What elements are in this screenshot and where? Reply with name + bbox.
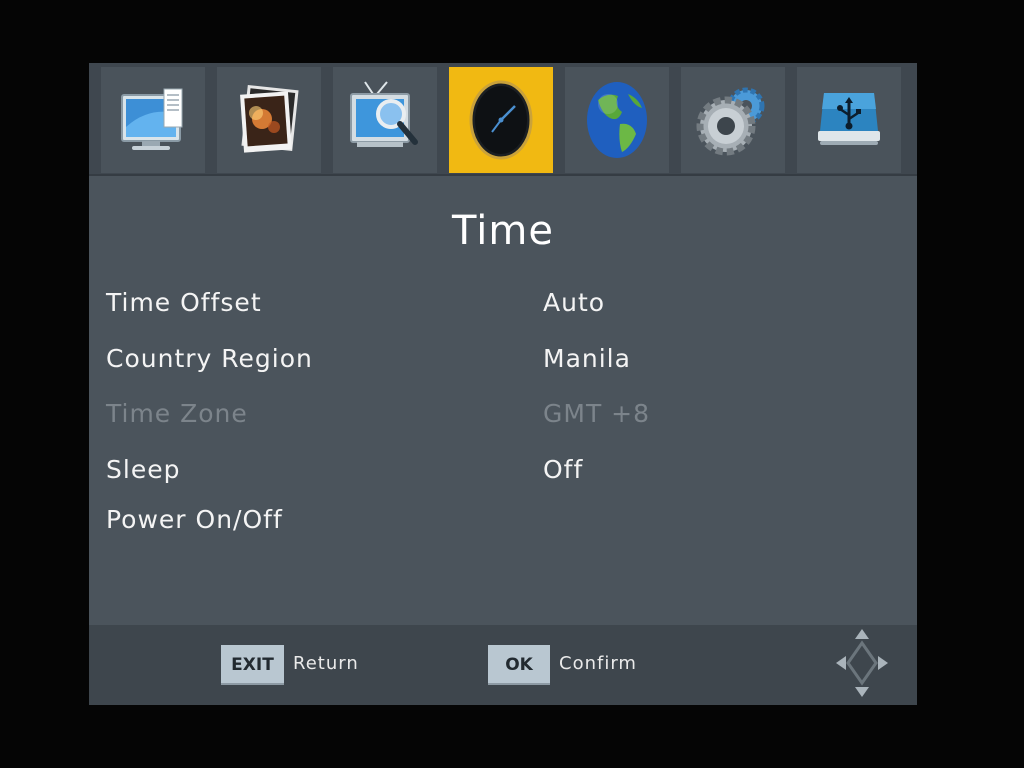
tab-channel[interactable] [333, 67, 437, 173]
tab-picture[interactable] [101, 67, 205, 173]
menu-item-country-region[interactable]: Country Region [106, 344, 313, 373]
tab-bar [89, 63, 917, 176]
page-title: Time [452, 208, 554, 254]
photo-frame-icon [240, 85, 299, 153]
footer-hint-bar: EXIT Return OK Confirm [89, 625, 917, 705]
time-zone-value: GMT +8 [543, 399, 651, 428]
globe-icon [587, 82, 647, 158]
menu-item-sleep[interactable]: Sleep [106, 455, 180, 484]
time-settings-menu: Time Time Offset Auto Country Region Man… [89, 63, 917, 705]
tv-search-icon [350, 81, 418, 147]
navigation-arrows-icon [836, 629, 888, 697]
menu-item-power-on-off[interactable]: Power On/Off [106, 505, 283, 534]
clock-icon [469, 80, 533, 160]
menu-item-time-offset[interactable]: Time Offset [106, 288, 262, 317]
menu-item-time-zone: Time Zone [106, 399, 248, 428]
monitor-document-icon [121, 88, 183, 150]
gear-icon [696, 87, 765, 156]
tab-time[interactable] [449, 67, 553, 173]
country-region-value[interactable]: Manila [543, 344, 631, 373]
ok-key-button[interactable]: OK [488, 645, 550, 685]
tab-photo[interactable] [217, 67, 321, 173]
exit-key-label: Return [293, 653, 359, 674]
tab-language[interactable] [565, 67, 669, 173]
tab-system[interactable] [681, 67, 785, 173]
ok-key-label: Confirm [559, 653, 637, 674]
tab-usb[interactable] [797, 67, 901, 173]
usb-drive-icon [818, 93, 880, 145]
time-offset-value[interactable]: Auto [543, 288, 605, 317]
exit-key-button[interactable]: EXIT [221, 645, 284, 685]
sleep-value[interactable]: Off [543, 455, 583, 484]
